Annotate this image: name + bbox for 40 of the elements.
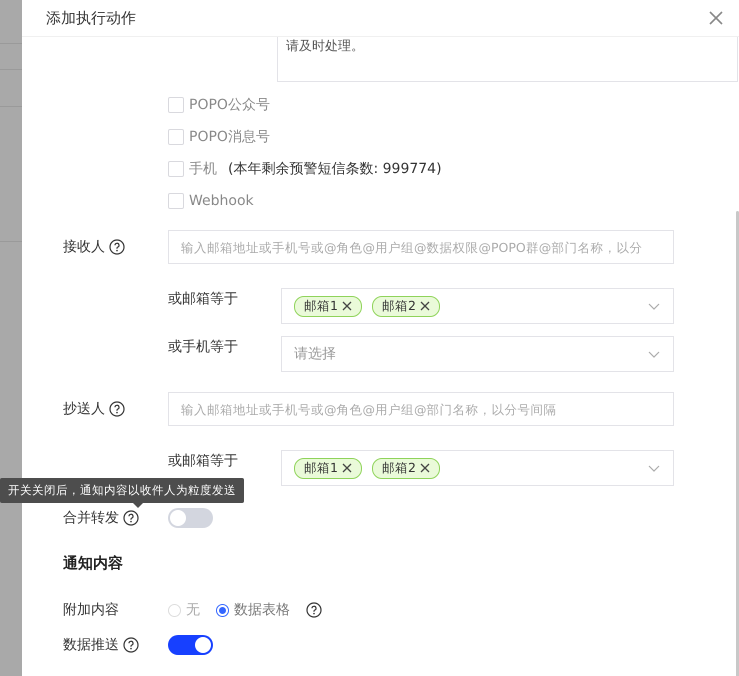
help-icon[interactable]: [123, 637, 139, 653]
field-label: 接收人: [63, 238, 105, 256]
select-field[interactable]: 邮箱1 邮箱2: [281, 288, 674, 324]
condition-label: 或手机等于: [168, 338, 239, 356]
help-icon[interactable]: [109, 401, 125, 417]
help-icon[interactable]: [123, 510, 139, 526]
tooltip: 开关关闭后，通知内容以收件人为粒度发送: [0, 478, 244, 508]
cc-input[interactable]: 输入邮箱地址或手机号或@角色@用户组@部门名称，以分号间隔: [168, 392, 674, 426]
close-button[interactable]: [709, 11, 723, 25]
close-icon[interactable]: [342, 463, 352, 473]
email-tag: 邮箱2: [372, 296, 440, 316]
condition-label: 或邮箱等于: [168, 452, 239, 470]
dialog-title: 添加执行动作: [46, 8, 136, 28]
toggle-switch[interactable]: [168, 508, 213, 528]
channel-checkbox[interactable]: Webhook: [168, 192, 696, 210]
select-field[interactable]: 邮箱1 邮箱2: [281, 450, 674, 486]
field-label: 抄送人: [63, 400, 105, 418]
condition-label: 或邮箱等于: [168, 290, 239, 308]
field-label: 数据推送: [63, 636, 119, 654]
scrollbar[interactable]: [736, 211, 739, 676]
close-icon[interactable]: [420, 301, 430, 311]
field-label: 附加内容: [63, 601, 119, 619]
channel-checkbox[interactable]: POPO消息号: [168, 128, 696, 146]
toggle-switch[interactable]: [168, 635, 213, 655]
section-title: 通知内容: [63, 554, 123, 573]
select-placeholder: 请选择: [294, 345, 336, 363]
help-icon[interactable]: [306, 602, 322, 618]
channel-checkbox[interactable]: 手机 (本年剩余预警短信条数: 999774): [168, 160, 696, 178]
channel-checkbox[interactable]: POPO公众号: [168, 96, 696, 114]
select-field[interactable]: 请选择: [281, 336, 674, 372]
close-icon[interactable]: [420, 463, 430, 473]
radio-option[interactable]: 数据表格: [216, 601, 290, 619]
help-icon[interactable]: [109, 239, 125, 255]
email-tag: 邮箱1: [294, 296, 362, 316]
email-tag: 邮箱1: [294, 458, 362, 478]
email-tag: 邮箱2: [372, 458, 440, 478]
close-icon[interactable]: [342, 301, 352, 311]
recipients-input[interactable]: 输入邮箱地址或手机号或@角色@用户组@数据权限@POPO群@部门名称，以分: [168, 230, 674, 264]
message-textarea[interactable]: 请及时处理。: [277, 37, 738, 82]
field-label: 合并转发: [63, 509, 119, 527]
